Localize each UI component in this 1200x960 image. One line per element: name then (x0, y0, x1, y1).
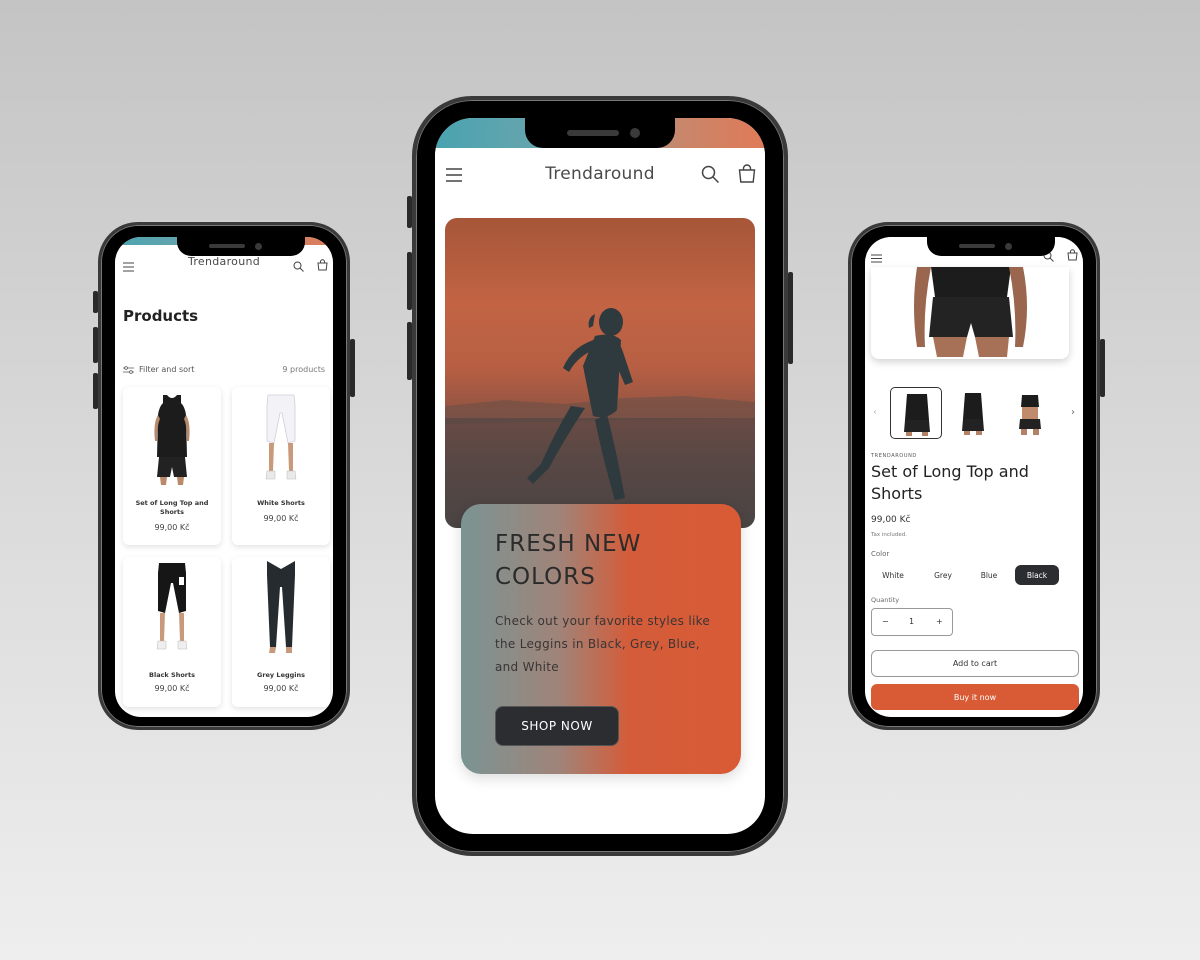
hero-image (445, 218, 755, 528)
collection-title: Products (123, 307, 199, 325)
phone-collection: Trendaround Products Filter and sort 9 p… (93, 222, 355, 730)
add-to-cart-button[interactable]: Add to cart (871, 650, 1079, 677)
phone-camera (630, 128, 640, 138)
phone-speaker (959, 244, 995, 248)
search-icon[interactable] (701, 165, 720, 187)
shop-now-button[interactable]: SHOP NOW (495, 706, 619, 746)
search-icon[interactable] (293, 257, 304, 276)
buy-now-button[interactable]: Buy it now (871, 684, 1079, 710)
phone-notch (525, 118, 675, 148)
phone-volume-down-button (93, 373, 98, 409)
phone-camera (255, 243, 262, 250)
quantity-stepper: − 1 + (871, 608, 953, 636)
product-thumbnail-2[interactable] (947, 387, 999, 439)
home-screen: Trendaround FRESH NEW COLORS Check out y… (435, 118, 765, 834)
phone-mute-button (407, 196, 412, 228)
color-label: Color (871, 550, 890, 558)
filter-sort-button[interactable]: Filter and sort (139, 365, 194, 374)
phone-notch (927, 236, 1055, 256)
product-name[interactable]: Set of Long Top and Shorts (127, 499, 217, 517)
phone-speaker (567, 130, 619, 136)
phone-volume-up-button (407, 252, 412, 310)
phone-power-button (1100, 339, 1105, 397)
phone-notch (177, 236, 305, 256)
phone-home: Trendaround FRESH NEW COLORS Check out y… (407, 96, 793, 856)
quantity-input[interactable]: 1 (909, 617, 914, 626)
site-header: Trendaround (435, 148, 765, 204)
phone-product: Trendaround ‹ › TRENDAR (848, 222, 1105, 730)
product-card-black-shorts[interactable]: Black Shorts 99,00 Kč (123, 557, 221, 707)
phone-mute-button (93, 291, 98, 313)
product-main-photo (914, 267, 1027, 357)
filter-bar: Filter and sort 9 products (123, 365, 325, 377)
collection-screen: Trendaround Products Filter and sort 9 p… (115, 237, 333, 717)
color-option-grey[interactable]: Grey (921, 565, 965, 585)
product-price: 99,00 Kč (871, 515, 911, 525)
product-card-white-shorts[interactable]: White Shorts 99,00 Kč (232, 387, 330, 545)
gallery-next-button[interactable]: › (1071, 407, 1075, 418)
color-option-black[interactable]: Black (1015, 565, 1059, 585)
product-image-white-shorts (265, 394, 297, 480)
phone-power-button (788, 272, 793, 364)
product-card-grey-leggins[interactable]: Grey Leggins 99,00 Kč (232, 557, 330, 707)
phone-volume-up-button (93, 327, 98, 363)
product-name[interactable]: Black Shorts (127, 671, 217, 680)
product-title: Set of Long Top and Shorts (871, 462, 1029, 503)
product-price: 99,00 Kč (263, 684, 299, 693)
phone-power-button (350, 339, 355, 397)
tax-note: Tax included. (871, 532, 907, 538)
cart-icon[interactable] (1067, 246, 1078, 265)
hero-content-card: FRESH NEW COLORS Check out your favorite… (461, 504, 741, 774)
gallery-prev-button[interactable]: ‹ (873, 407, 877, 418)
product-name[interactable]: White Shorts (236, 499, 326, 508)
product-thumbnail-3[interactable] (1004, 387, 1056, 439)
hero-heading: FRESH NEW COLORS (495, 531, 642, 590)
phone-speaker (209, 244, 245, 248)
product-thumbnail-1[interactable] (890, 387, 942, 439)
color-option-blue[interactable]: Blue (967, 565, 1011, 585)
phone-camera (1005, 243, 1012, 250)
product-image-black-shorts (156, 563, 188, 650)
product-card-set[interactable]: Set of Long Top and Shorts 99,00 Kč (123, 387, 221, 545)
color-option-white[interactable]: White (871, 565, 915, 585)
quantity-label: Quantity (871, 596, 900, 604)
hero-description: Check out your favorite styles like the … (495, 614, 711, 674)
product-price: 99,00 Kč (263, 514, 299, 523)
product-screen: Trendaround ‹ › TRENDAR (865, 237, 1083, 717)
product-price: 99,00 Kč (154, 684, 190, 693)
product-count: 9 products (282, 365, 325, 374)
cart-icon[interactable] (738, 164, 756, 187)
filter-icon[interactable] (123, 366, 134, 376)
cart-icon[interactable] (317, 256, 328, 275)
product-image-grey-leggins (267, 561, 295, 653)
quantity-increase-button[interactable]: + (936, 617, 943, 626)
product-vendor: TRENDAROUND (871, 453, 917, 459)
product-price: 99,00 Kč (154, 523, 190, 532)
hero-runner-silhouette (445, 308, 755, 528)
product-name[interactable]: Grey Leggins (236, 671, 326, 680)
product-main-image[interactable] (871, 267, 1069, 359)
quantity-decrease-button[interactable]: − (882, 617, 889, 626)
product-image-set (154, 395, 190, 485)
phone-volume-down-button (407, 322, 412, 380)
